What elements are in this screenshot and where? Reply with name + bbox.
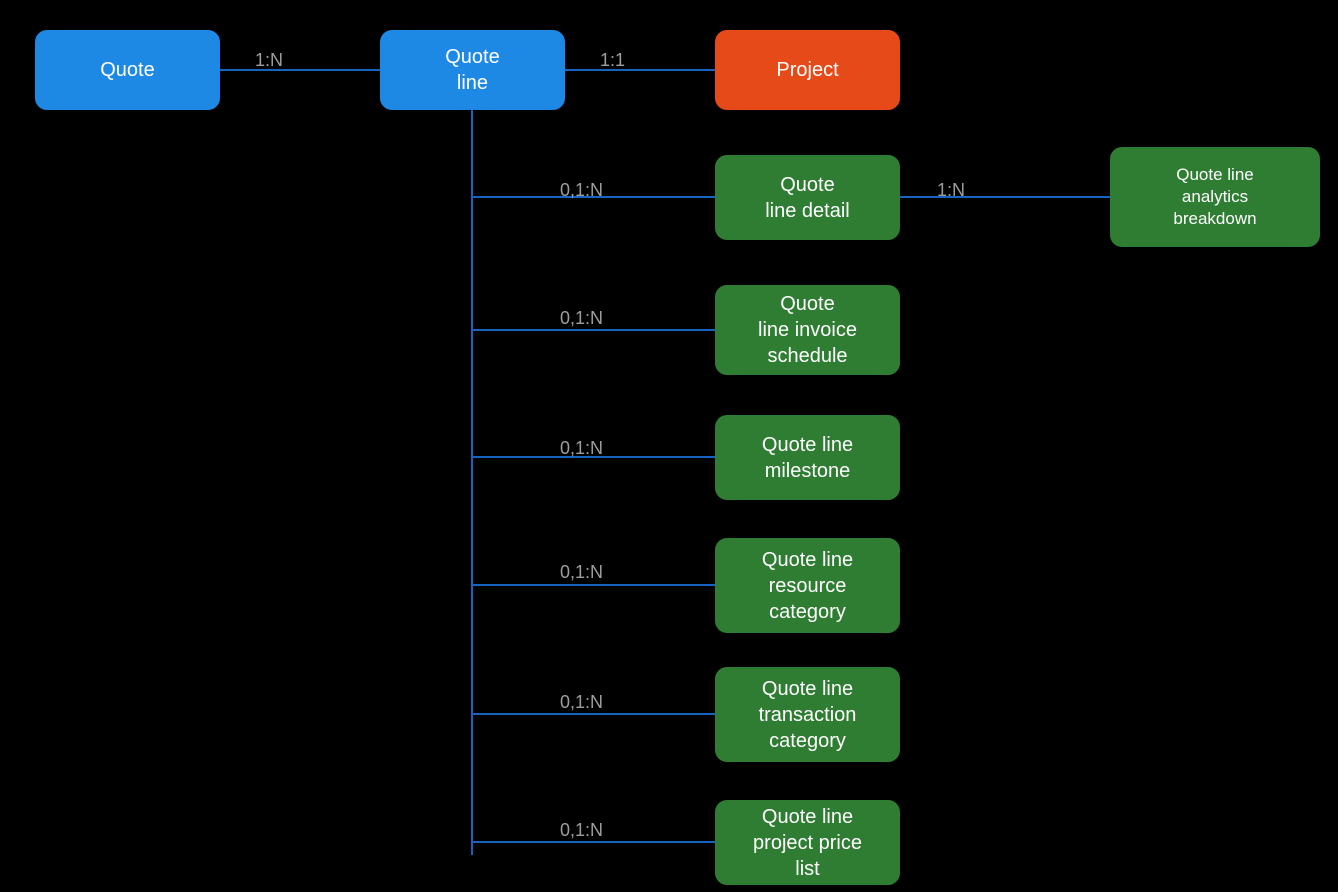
connectors-svg <box>0 0 1338 892</box>
quote-line-detail-node: Quoteline detail <box>715 155 900 240</box>
quote-line-invoice-node: Quoteline invoiceschedule <box>715 285 900 375</box>
relation-quoteline-project: 1:1 <box>600 50 625 71</box>
quote-line-resource-node: Quote lineresourcecategory <box>715 538 900 633</box>
relation-quote-quoteline: 1:N <box>255 50 283 71</box>
quote-line-resource-label: Quote lineresourcecategory <box>762 547 853 625</box>
quote-line-transaction-label: Quote linetransactioncategory <box>759 676 857 754</box>
relation-quoteline-transaction: 0,1:N <box>560 692 603 713</box>
quote-line-node: Quoteline <box>380 30 565 110</box>
relation-quoteline-detail: 0,1:N <box>560 180 603 201</box>
relation-quoteline-resource: 0,1:N <box>560 562 603 583</box>
quote-line-detail-label: Quoteline detail <box>765 172 850 224</box>
relation-quoteline-pricelist: 0,1:N <box>560 820 603 841</box>
relation-detail-analytics: 1:N <box>937 180 965 201</box>
relation-quoteline-milestone: 0,1:N <box>560 438 603 459</box>
quote-line-milestone-node: Quote linemilestone <box>715 415 900 500</box>
quote-line-label: Quoteline <box>445 44 499 96</box>
project-label: Project <box>776 57 838 83</box>
quote-line-pricelist-node: Quote lineproject pricelist <box>715 800 900 885</box>
relation-quoteline-invoice: 0,1:N <box>560 308 603 329</box>
diagram-container: Quote Quoteline Project Quoteline detail… <box>0 0 1338 892</box>
quote-label: Quote <box>100 57 154 83</box>
project-node: Project <box>715 30 900 110</box>
quote-line-pricelist-label: Quote lineproject pricelist <box>753 804 862 882</box>
quote-line-milestone-label: Quote linemilestone <box>762 432 853 484</box>
quote-line-invoice-label: Quoteline invoiceschedule <box>758 291 857 369</box>
quote-line-analytics-label: Quote lineanalyticsbreakdown <box>1173 164 1256 230</box>
quote-line-analytics-node: Quote lineanalyticsbreakdown <box>1110 147 1320 247</box>
quote-line-transaction-node: Quote linetransactioncategory <box>715 667 900 762</box>
quote-node: Quote <box>35 30 220 110</box>
